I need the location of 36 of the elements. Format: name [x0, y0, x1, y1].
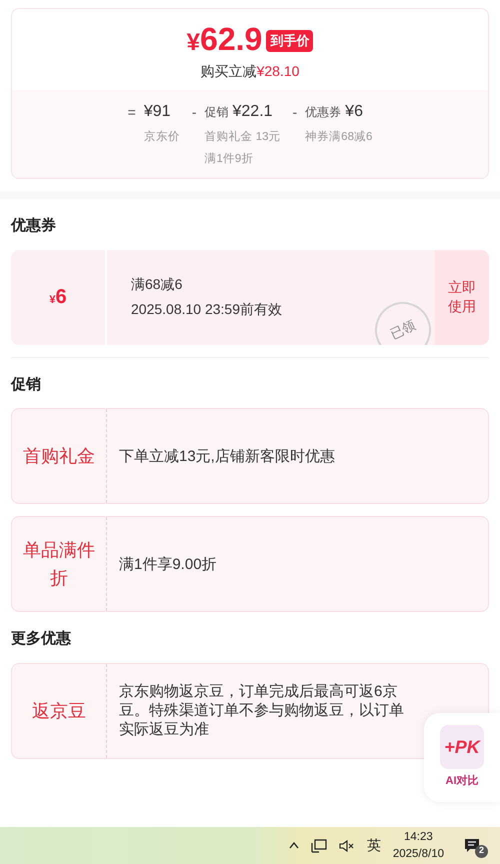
- breakdown-note: 京东价: [144, 130, 180, 145]
- section-title: 促销: [11, 374, 42, 394]
- breakdown-amount: 促销 ¥22.1: [204, 102, 274, 122]
- coupon-condition: 满68减6: [131, 275, 184, 294]
- promo-tag: 首购礼金: [23, 442, 95, 470]
- operator: -: [192, 103, 196, 122]
- coupon-amount: ¥6: [49, 285, 67, 310]
- speaker-muted-icon[interactable]: [338, 840, 355, 852]
- clock-time[interactable]: 14:23: [404, 828, 433, 846]
- clock-date[interactable]: 2025/8/10: [392, 846, 444, 862]
- chevron-up-icon[interactable]: [288, 842, 299, 849]
- breakdown-note: 首购礼金 13元: [204, 130, 280, 145]
- use-now-button[interactable]: 立即使用: [435, 250, 489, 344]
- input-method-indicator[interactable]: 英: [366, 835, 381, 856]
- operator: =: [128, 103, 136, 122]
- breakdown-note: 神券满68减6: [305, 130, 372, 145]
- final-price: ¥62.9: [186, 21, 262, 59]
- coupon-validity: 2025.08.10 23:59前有效: [131, 300, 283, 319]
- promo-tag: 返京豆: [32, 696, 86, 724]
- breakdown-amount: 优惠券 ¥6: [305, 102, 364, 122]
- savings-text: 购买立减¥28.10: [200, 62, 300, 81]
- network-icon[interactable]: [310, 838, 327, 852]
- section-title: 优惠券: [11, 216, 57, 236]
- notification-badge: 2: [475, 844, 488, 858]
- promo-text: 下单立减13元,店铺新客限时优惠: [119, 446, 335, 466]
- pk-icon: +PK: [440, 725, 484, 769]
- promo-text: 京东购物返京豆，订单完成后最高可返6京豆。特殊渠道订单不参与购物返豆，以订单实际返豆为准: [119, 682, 405, 739]
- notification-icon[interactable]: [464, 838, 480, 854]
- breakdown-amount: ¥91: [144, 102, 172, 122]
- promo-text: 满1件享9.00折: [119, 554, 217, 574]
- breakdown-note: 满1件9折: [204, 152, 254, 167]
- section-title: 更多优惠: [11, 629, 72, 649]
- price-badge: 到手价: [266, 30, 314, 52]
- promo-tag: 单品满件折: [20, 536, 98, 592]
- operator: -: [292, 103, 298, 122]
- ai-compare-button[interactable]: +PK AI对比: [424, 713, 500, 802]
